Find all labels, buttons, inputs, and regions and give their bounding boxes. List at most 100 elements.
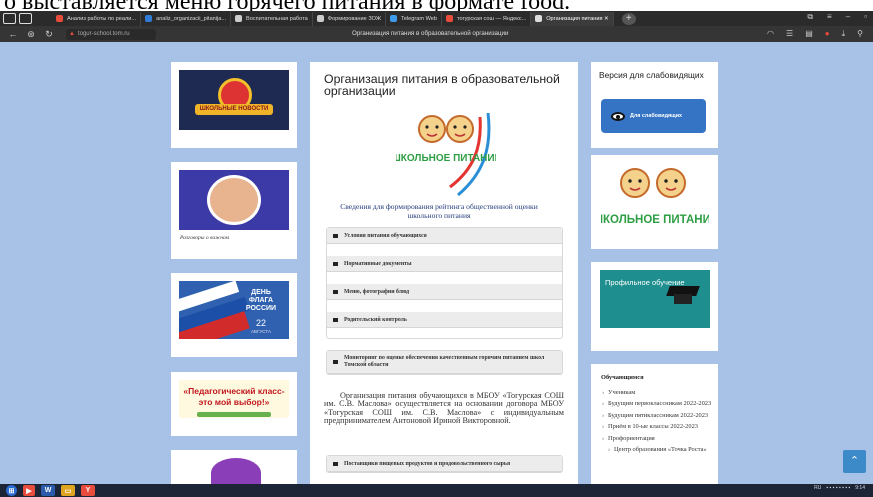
flag-day-title: ДЕНЬ ФЛАГА РОССИИ — [245, 289, 277, 312]
yandex-browser-icon[interactable]: Y — [81, 485, 95, 496]
folder-icon — [333, 261, 338, 266]
important-talks-image[interactable] — [179, 170, 289, 230]
browser-tab[interactable]: Формирование ЗОЖ — [313, 11, 387, 26]
school-meals-card[interactable]: ШКОЛЬНОЕ ПИТАНИЕ — [591, 155, 718, 249]
important-talks-caption: Разговоры о важном — [180, 235, 229, 241]
forward-arrow-icon[interactable]: ⊛ — [26, 29, 36, 40]
start-button[interactable]: ⊞ — [6, 485, 17, 496]
students-card: Обучающимся Ученикам Будущим первоклассн… — [591, 364, 718, 484]
purple-banner-image — [211, 458, 261, 484]
browser-tab-active[interactable]: Организация питания ✕ — [531, 11, 614, 26]
rating-info-text: Сведения для формирования рейтинга общес… — [340, 202, 538, 220]
folder-icon — [333, 233, 338, 238]
profile-education-image[interactable]: Профильное обучение — [600, 270, 710, 328]
important-talks-card[interactable]: Разговоры о важном — [171, 162, 297, 259]
url-field[interactable]: ▲ togur-school.tom.ru — [66, 28, 156, 40]
page-title-label: Организация питания в образовательной ор… — [352, 30, 509, 37]
browser-tab[interactable]: Анализ работы по реали... — [52, 11, 142, 26]
reload-icon[interactable]: ↻ — [44, 29, 54, 40]
media-player-icon[interactable]: ▶ — [23, 485, 35, 496]
folder-icon — [333, 317, 338, 322]
adblock-icon[interactable]: ● — [825, 29, 830, 39]
tab-favicon-icon — [390, 15, 398, 22]
accordion-monitoring[interactable]: Мониторинг по оценке обеспечения качеств… — [327, 351, 562, 374]
tray-icons: ▪ ▪ ▪ ▪ ▪ ▪ ▪ ▪ — [826, 485, 851, 491]
accessibility-card: Версия для слабовидящих Для слабовидящих — [591, 62, 718, 148]
folder-icon — [333, 289, 338, 294]
tab-favicon-icon — [446, 15, 453, 22]
tab-favicon-icon — [535, 15, 543, 22]
news-banner-card[interactable]: ШКОЛЬНЫЕ НОВОСТИ — [171, 62, 297, 148]
bookmarks-icon[interactable]: ⧉ — [807, 12, 813, 22]
accessibility-button[interactable]: Для слабовидящих — [601, 99, 706, 133]
link-growth-center[interactable]: Центр образования «Точка Роста» — [602, 446, 712, 454]
accordion-menu-photos[interactable]: Меню, фотографии блюд — [327, 284, 562, 300]
system-tray: RU ▪ ▪ ▪ ▪ ▪ ▪ ▪ ▪ 9:14 — [814, 485, 865, 491]
accordion-group: Условия питания обучающихся Нормативные … — [326, 227, 563, 339]
tab-actions-icon[interactable] — [3, 13, 16, 24]
ped-class-banner[interactable]: «Педагогический класс- это мой выбор!» — [179, 380, 289, 418]
suppliers-box: Поставщики пищевых продуктов и продоволь… — [326, 455, 563, 473]
new-tab-button[interactable]: + — [621, 12, 636, 25]
children-photo — [207, 175, 261, 225]
eye-icon — [611, 111, 625, 121]
extension-icon[interactable]: ▤ — [805, 29, 813, 39]
link-career-guidance[interactable]: Профориентация — [602, 435, 712, 443]
language-indicator[interactable]: RU — [814, 485, 821, 491]
minimize-icon[interactable]: – — [846, 12, 850, 22]
intro-paragraph: Организация питания обучающихся в МБОУ «… — [324, 391, 564, 426]
school-meals-logo-right: ШКОЛЬНОЕ ПИТАНИЕ — [601, 168, 709, 226]
tab-favicon-icon — [56, 15, 63, 22]
flag-day-card[interactable]: ДЕНЬ ФЛАГА РОССИИ 22 АВГУСТА — [171, 273, 297, 357]
school-news-image[interactable]: ШКОЛЬНЫЕ НОВОСТИ — [179, 70, 289, 130]
tab-favicon-icon — [145, 15, 153, 22]
svg-text:ШКОЛЬНОЕ ПИТАНИЕ: ШКОЛЬНОЕ ПИТАНИЕ — [396, 153, 496, 164]
flag-day-date: 22 — [255, 318, 266, 328]
flag-day-image[interactable]: ДЕНЬ ФЛАГА РОССИИ 22 АВГУСТА — [179, 281, 289, 339]
download-icon[interactable]: ⤓ — [842, 29, 846, 39]
school-meals-logo: ШКОЛЬНОЕ ПИТАНИЕ — [396, 112, 496, 197]
restore-icon[interactable]: ▫ — [864, 12, 867, 22]
tab-favicon-icon — [316, 15, 324, 22]
news-banner-label: ШКОЛЬНЫЕ НОВОСТИ — [195, 104, 273, 115]
browser-tab[interactable]: analiz_organizacii_pitanija... — [141, 11, 232, 26]
browser-tab[interactable]: тогурская сош — Яндекс... — [442, 11, 532, 26]
students-title: Обучающимся — [601, 374, 644, 381]
link-admission-10th[interactable]: Приём в 10-ые классы 2022-2023 — [602, 423, 712, 431]
menu-icon[interactable]: ≡ — [827, 12, 832, 22]
warning-icon: ▲ — [69, 31, 75, 37]
tab-list-icon[interactable] — [19, 13, 32, 24]
browser-tab[interactable]: Telegram Web — [386, 11, 442, 26]
folder-icon — [333, 461, 338, 466]
browser-tabbar: Анализ работы по реали... analiz_organiz… — [0, 11, 873, 26]
accordion-conditions[interactable]: Условия питания обучающихся — [327, 228, 562, 244]
monitoring-box: Мониторинг по оценке обеспечения качеств… — [326, 350, 563, 375]
back-arrow-icon[interactable]: ← — [8, 29, 18, 39]
ped-class-card[interactable]: «Педагогический класс- это мой выбор!» — [171, 372, 297, 436]
address-bar: ← ⊛ ↻ ▲ togur-school.tom.ru Организация п… — [0, 26, 873, 42]
tab-favicon-icon — [235, 15, 243, 22]
bottom-banner-card[interactable] — [171, 450, 297, 484]
word-icon[interactable]: W — [41, 485, 55, 496]
page-viewport: ШКОЛЬНЫЕ НОВОСТИ Разговоры о важном ДЕНЬ… — [0, 42, 873, 484]
browser-tab[interactable]: Воспитательная работа — [231, 11, 313, 26]
file-explorer-icon[interactable]: ▭ — [61, 485, 75, 496]
link-future-first-graders[interactable]: Будущим первоклассникам 2022-2023 — [602, 400, 712, 408]
folder-icon — [333, 360, 338, 364]
reader-icon[interactable]: ◠ — [767, 29, 774, 39]
accordion-suppliers[interactable]: Поставщики пищевых продуктов и продоволь… — [327, 456, 562, 472]
accordion-parent-control[interactable]: Родительский контроль — [327, 312, 562, 328]
windows-taskbar: ⊞ ▶ W ▭ Y RU ▪ ▪ ▪ ▪ ▪ ▪ ▪ ▪ 9:14 — [0, 484, 873, 497]
accordion-normative[interactable]: Нормативные документы — [327, 256, 562, 272]
flag-day-month: АВГУСТА — [251, 329, 271, 334]
profile-education-card[interactable]: Профильное обучение — [591, 262, 718, 351]
page-title: Организация питания в образовательной ор… — [324, 72, 560, 98]
bookmark-icon[interactable]: ☰ — [786, 29, 793, 39]
window-controls: ⧉ ≡ – ▫ — [807, 12, 867, 22]
link-students[interactable]: Ученикам — [602, 389, 712, 397]
profile-icon[interactable]: ⚲ — [857, 29, 863, 39]
link-future-fifth-graders[interactable]: Будущим пятиклассникам 2022-2023 — [602, 412, 712, 420]
clock[interactable]: 9:14 — [855, 485, 865, 491]
scroll-to-top-button[interactable]: ⌃ — [843, 450, 866, 473]
accessibility-title: Версия для слабовидящих — [599, 70, 704, 80]
